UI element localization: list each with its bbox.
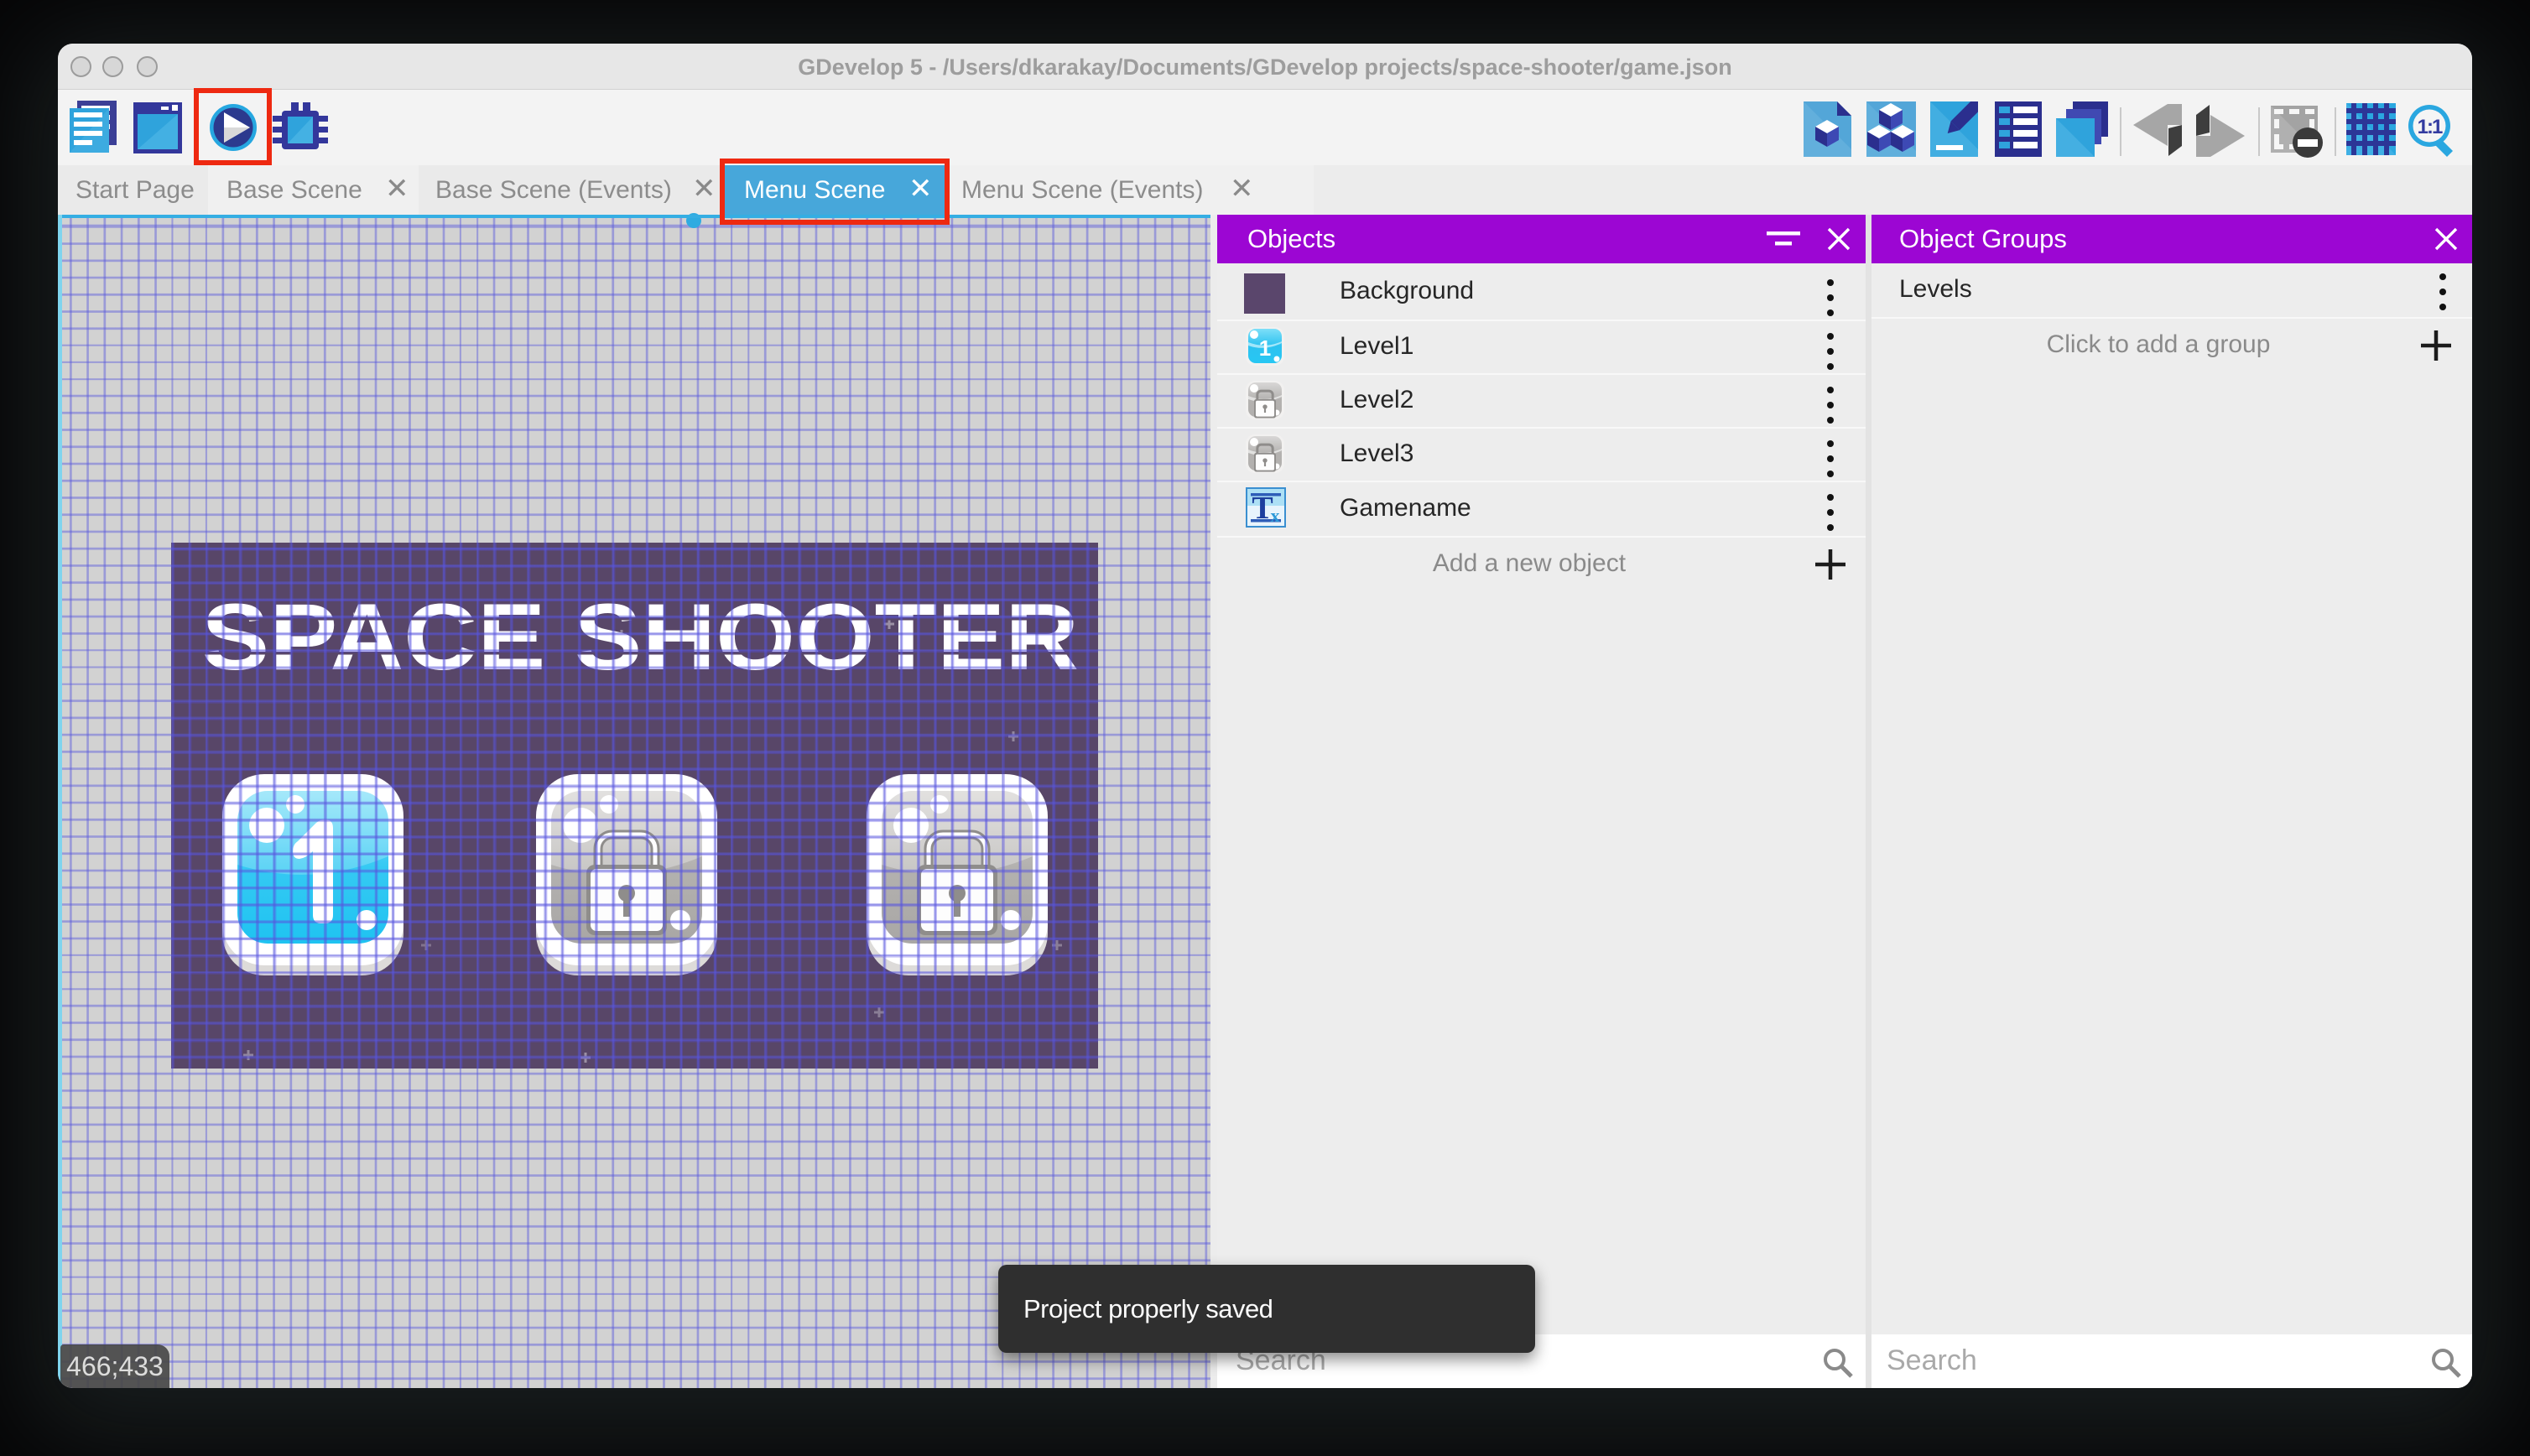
svg-text:1: 1: [1259, 335, 1271, 361]
svg-text:1:1: 1:1: [2418, 116, 2443, 138]
svg-text:x: x: [1271, 505, 1280, 526]
